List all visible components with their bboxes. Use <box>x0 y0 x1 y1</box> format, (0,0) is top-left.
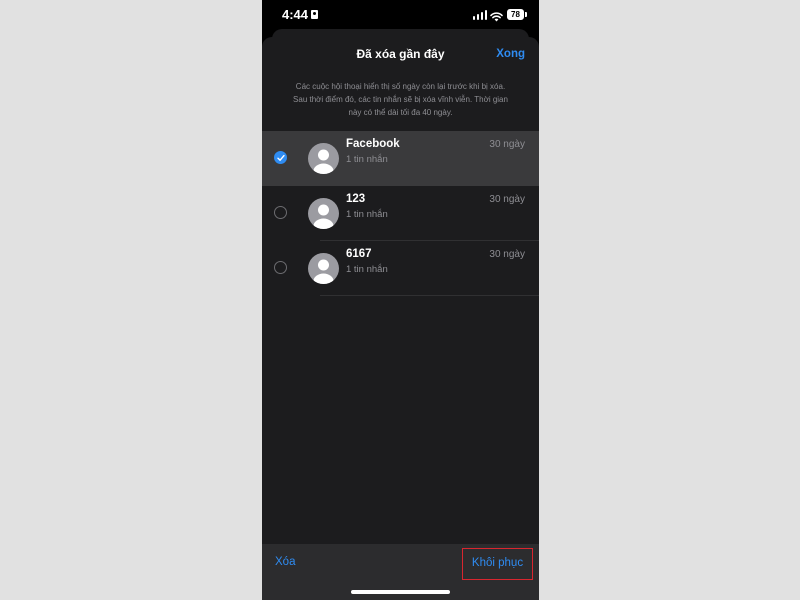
done-button[interactable]: Xong <box>496 48 525 60</box>
cellular-signal-icon <box>473 10 487 20</box>
conversation-subtitle: 1 tin nhắn <box>346 264 388 275</box>
conversation-list: Facebook 1 tin nhắn 30 ngày 123 1 tin nh… <box>262 131 539 296</box>
conversation-subtitle: 1 tin nhắn <box>346 209 388 220</box>
conversation-row[interactable]: 123 1 tin nhắn 30 ngày <box>262 186 539 241</box>
contact-card-icon <box>311 10 318 19</box>
battery-icon: 78 <box>507 9 527 20</box>
home-indicator[interactable] <box>351 590 450 594</box>
days-remaining: 30 ngày <box>489 139 525 150</box>
conversation-name: Facebook <box>346 138 400 150</box>
wifi-icon <box>490 9 503 22</box>
status-bar: 4:44 78 <box>262 0 539 30</box>
conversation-name: 6167 <box>346 248 372 260</box>
phone-screen: 4:44 78 Đã xóa gần đây Xong Các cuộc hội… <box>262 0 539 600</box>
conversation-name: 123 <box>346 193 366 205</box>
days-remaining: 30 ngày <box>489 194 525 205</box>
days-remaining: 30 ngày <box>489 249 525 260</box>
status-time: 4:44 <box>282 7 309 22</box>
empty-circle-icon[interactable] <box>274 206 287 219</box>
checkmark-circle-icon[interactable] <box>274 151 287 164</box>
avatar-icon <box>308 198 339 229</box>
avatar-icon <box>308 143 339 174</box>
avatar-icon <box>308 253 339 284</box>
row-divider <box>320 295 539 296</box>
restore-button[interactable]: Khôi phục <box>462 548 533 580</box>
conversation-row[interactable]: 6167 1 tin nhắn 30 ngày <box>262 241 539 296</box>
conversation-subtitle: 1 tin nhắn <box>346 154 388 165</box>
recently-deleted-sheet: Đã xóa gần đây Xong Các cuộc hội thoại h… <box>262 37 539 600</box>
sheet-description: Các cuộc hội thoại hiển thị số ngày còn … <box>293 82 508 117</box>
delete-button[interactable]: Xóa <box>275 556 295 568</box>
conversation-row[interactable]: Facebook 1 tin nhắn 30 ngày <box>262 131 539 186</box>
empty-circle-icon[interactable] <box>274 261 287 274</box>
